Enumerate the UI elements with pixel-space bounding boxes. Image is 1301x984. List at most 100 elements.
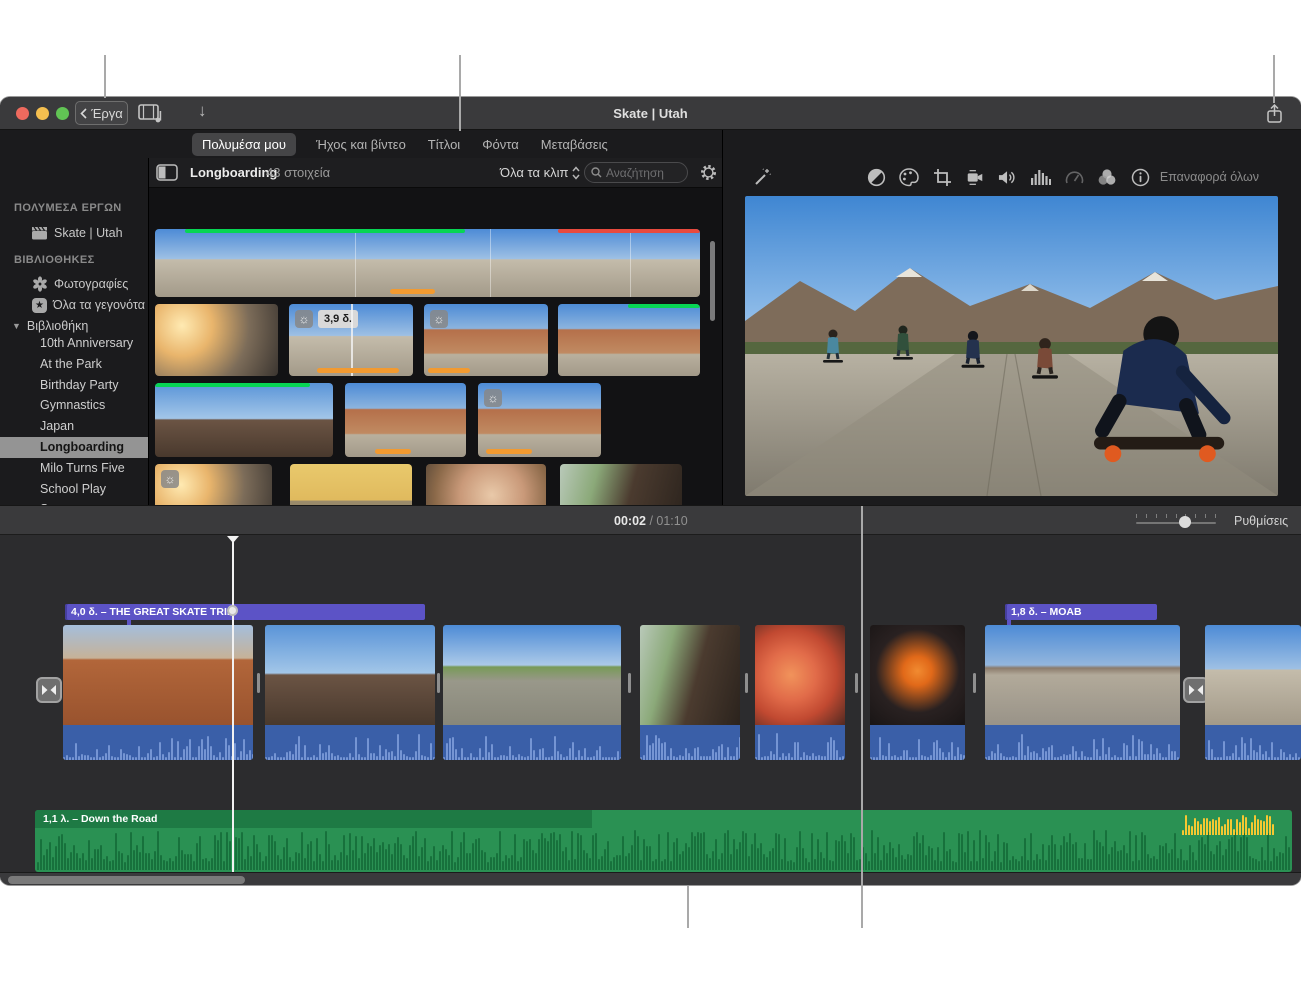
- playhead[interactable]: [232, 541, 234, 872]
- clip-filter-icon[interactable]: [1097, 167, 1117, 187]
- browser-clip[interactable]: ☼: [424, 304, 548, 376]
- browser-clip[interactable]: [155, 304, 278, 376]
- browser-settings-gear-icon[interactable]: [699, 163, 718, 182]
- event-item[interactable]: Gymnastics: [0, 395, 148, 416]
- audio-clip[interactable]: 1,1 λ. – Down the Road: [35, 810, 1292, 872]
- event-item[interactable]: School Play: [0, 479, 148, 500]
- clip-boundary[interactable]: [973, 673, 976, 693]
- tab-transitions[interactable]: Μεταβάσεις: [539, 133, 610, 156]
- timeline-clip[interactable]: [265, 625, 435, 760]
- tab-titles[interactable]: Τίτλοι: [426, 133, 462, 156]
- enhance-group: [752, 163, 772, 191]
- noise-reduction-eq-icon[interactable]: [1031, 167, 1051, 187]
- all-events-label: Όλα τα γεγονότα: [53, 298, 145, 312]
- browser-title: Longboarding: [190, 165, 277, 180]
- event-item[interactable]: At the Park: [0, 354, 148, 375]
- browser-clip[interactable]: ☼: [478, 383, 601, 457]
- tab-my-media[interactable]: Πολυμέσα μου: [192, 133, 296, 156]
- browser-clip[interactable]: [155, 229, 700, 297]
- clip-boundary[interactable]: [745, 673, 748, 693]
- transition-icon[interactable]: [36, 677, 62, 703]
- import-download-icon[interactable]: ↓: [198, 101, 207, 121]
- browser-clip[interactable]: ☼ 3,9 δ.: [289, 304, 413, 376]
- current-time: 00:02: [614, 514, 646, 528]
- timeline-clip[interactable]: [63, 625, 253, 760]
- clip-browser: ☼ 3,9 δ. ☼: [148, 188, 722, 505]
- star-icon: ★: [32, 298, 47, 313]
- content-area: Πολυμέσα μου Ήχος και βίντεο Τίτλοι Φόντ…: [0, 130, 1301, 505]
- playhead-knob[interactable]: [227, 605, 238, 616]
- callout-line-timeline: [687, 886, 689, 928]
- speed-icon[interactable]: [1064, 167, 1084, 187]
- time-separator: /: [646, 514, 656, 528]
- timeline-scroll-strip: [0, 872, 1301, 885]
- timeline-clip[interactable]: [870, 625, 965, 760]
- used-range-bar: [317, 368, 399, 373]
- imovie-window: Skate | Utah Έργα ↓ Πολυμέσα μου Ήχος κα…: [0, 97, 1301, 885]
- playhead-handle[interactable]: [227, 536, 239, 543]
- tab-backgrounds[interactable]: Φόντα: [480, 133, 521, 156]
- used-range-bar: [375, 449, 411, 454]
- timeline-clip[interactable]: [985, 625, 1180, 760]
- volume-icon[interactable]: [998, 167, 1018, 187]
- timeline-clip[interactable]: [755, 625, 845, 760]
- disclosure-triangle-icon[interactable]: ▼: [12, 321, 21, 331]
- info-icon[interactable]: [1130, 167, 1150, 187]
- event-item[interactable]: 10th Anniversary: [0, 333, 148, 354]
- browser-scrollbar[interactable]: [710, 241, 715, 321]
- sidebar-item-all-events[interactable]: ★ Όλα τα γεγονότα: [0, 295, 148, 315]
- event-item[interactable]: Milo Turns Five: [0, 458, 148, 479]
- callout-line-projects-button: [104, 55, 106, 98]
- color-balance-icon[interactable]: [866, 167, 886, 187]
- callout-line-tabs: [459, 55, 461, 131]
- chevron-left-icon: [80, 108, 87, 119]
- callout-line-timeline-divider: [861, 506, 863, 928]
- title-clip[interactable]: 1,8 δ. – MOAB: [1005, 604, 1157, 620]
- timeline-clip[interactable]: [640, 625, 740, 760]
- clip-boundary[interactable]: [855, 673, 858, 693]
- browser-clip[interactable]: [155, 383, 333, 457]
- adjustment-sun-badge: ☼: [484, 389, 502, 407]
- sidebar-item-project[interactable]: Skate | Utah: [0, 223, 148, 243]
- clip-boundary[interactable]: [628, 673, 631, 693]
- clip-boundary[interactable]: [257, 673, 260, 693]
- sidebar-divider: [148, 158, 149, 505]
- media-browser-icon[interactable]: [138, 104, 164, 123]
- timecode-display: 00:02 / 01:10: [614, 506, 688, 536]
- event-item[interactable]: Japan: [0, 416, 148, 437]
- search-field[interactable]: [584, 162, 688, 183]
- magic-wand-icon[interactable]: [752, 167, 772, 187]
- adjustment-sun-badge: ☼: [430, 310, 448, 328]
- libraries-heading: ΒΙΒΛΙΟΘΗΚΕΣ: [14, 254, 95, 266]
- clip-boundary[interactable]: [437, 673, 440, 693]
- title-clip[interactable]: 4,0 δ. – THE GREAT SKATE TRIP: [65, 604, 425, 620]
- browser-clip[interactable]: [558, 304, 700, 376]
- timeline-horizontal-scrollbar[interactable]: [8, 876, 245, 884]
- browser-item-count: 43 στοιχεία: [266, 165, 330, 180]
- sidebar-toggle-icon[interactable]: [156, 164, 178, 181]
- reset-all-label[interactable]: Επαναφορά όλων: [1160, 170, 1259, 184]
- browser-viewer-divider[interactable]: [722, 130, 723, 505]
- timeline-zoom-slider[interactable]: [1136, 514, 1216, 528]
- event-item-selected[interactable]: Longboarding: [0, 437, 148, 458]
- search-input[interactable]: [606, 166, 678, 180]
- window-title: Skate | Utah: [0, 97, 1301, 130]
- timeline-settings-button[interactable]: Ρυθμίσεις: [1234, 506, 1288, 536]
- used-range-bar: [486, 449, 532, 454]
- used-range-bar: [428, 368, 470, 373]
- browser-clip[interactable]: [345, 383, 466, 457]
- dropdown-chevrons-icon[interactable]: [572, 166, 580, 180]
- timeline-clip[interactable]: [1205, 625, 1301, 760]
- crop-icon[interactable]: [932, 167, 952, 187]
- sidebar-item-photos[interactable]: Φωτογραφίες: [0, 274, 148, 294]
- color-correction-palette-icon[interactable]: [899, 167, 919, 187]
- projects-back-button[interactable]: Έργα: [75, 101, 128, 125]
- viewer-preview[interactable]: [745, 196, 1278, 496]
- event-item[interactable]: Birthday Party: [0, 375, 148, 396]
- stabilization-icon[interactable]: [965, 167, 985, 187]
- share-icon[interactable]: [1266, 104, 1283, 124]
- tab-audio-video[interactable]: Ήχος και βίντεο: [314, 133, 408, 156]
- timeline-clip[interactable]: [443, 625, 621, 760]
- clip-filter-dropdown[interactable]: Όλα τα κλιπ: [500, 165, 568, 180]
- zoom-slider-thumb[interactable]: [1179, 516, 1191, 528]
